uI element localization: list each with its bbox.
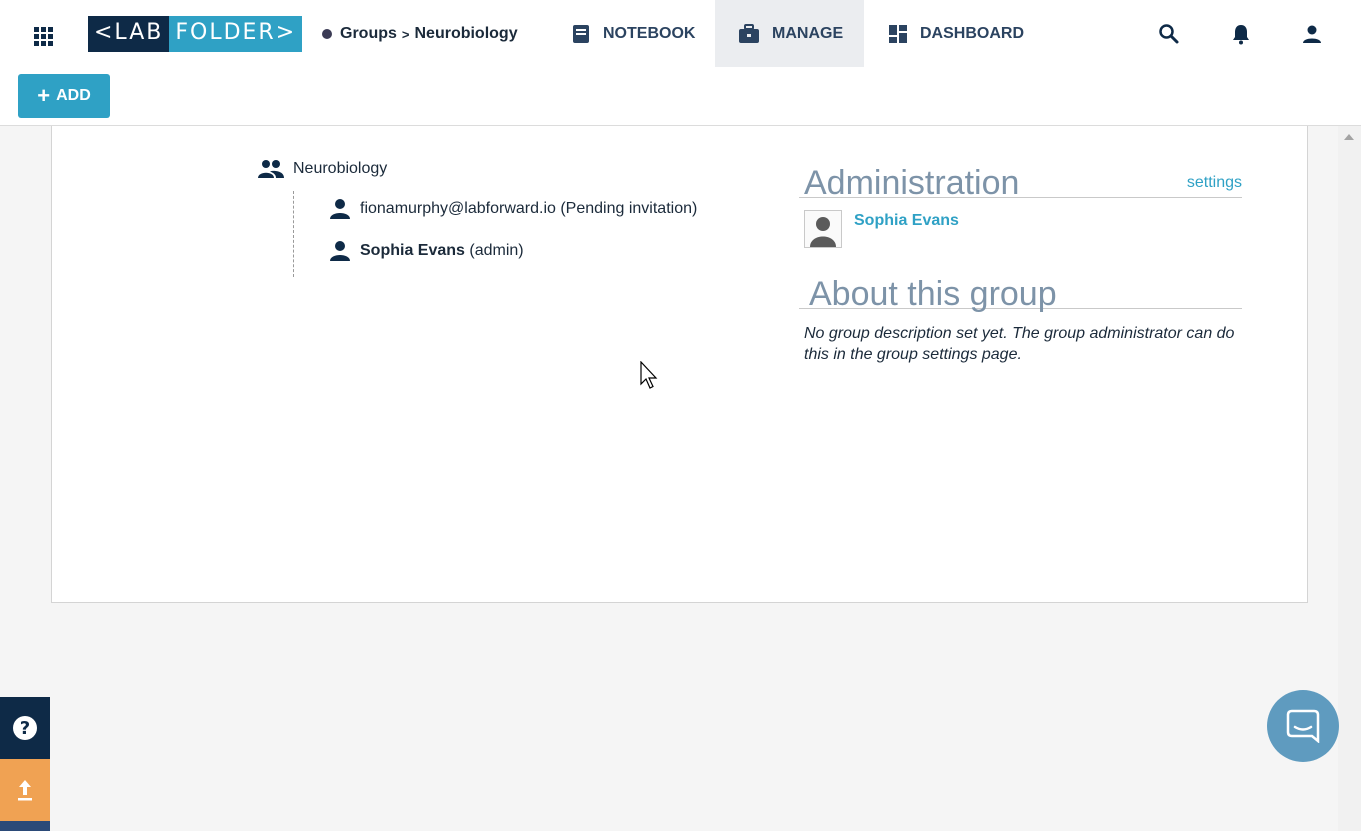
tab-manage[interactable]: MANAGE (715, 0, 864, 67)
tab-notebook[interactable]: NOTEBOOK (571, 0, 695, 67)
breadcrumb-separator: > (401, 26, 410, 42)
add-button-label: ADD (56, 87, 91, 104)
default-avatar-icon (810, 217, 836, 247)
group-name: Neurobiology (293, 160, 388, 177)
scroll-up-arrow-icon[interactable] (1344, 134, 1354, 140)
administration-section: Administration settings Sophia Evans (799, 164, 1242, 248)
tab-dashboard[interactable]: DASHBOARD (888, 0, 1024, 67)
labfolder-logo[interactable]: <LAB FOLDER> (88, 16, 303, 52)
apps-grid-icon[interactable] (31, 24, 55, 48)
group-people-icon (258, 160, 284, 178)
plus-icon: + (37, 83, 51, 108)
top-header: <LAB FOLDER> Groups > Neurobiology NOTEB… (0, 0, 1361, 126)
group-panel: Neurobiology fionamurphy@labforward.io (… (51, 126, 1308, 603)
tree-connector-line (293, 191, 294, 277)
sidebar-extra-button[interactable] (0, 821, 50, 831)
avatar (804, 210, 842, 248)
dashboard-icon (889, 24, 907, 43)
member-name: Sophia Evans (360, 242, 465, 259)
breadcrumb-groups-link[interactable]: Groups (340, 25, 397, 43)
member-note: (Pending invitation) (560, 200, 698, 217)
admin-name-link[interactable]: Sophia Evans (854, 212, 959, 248)
chat-icon (1286, 709, 1320, 743)
about-section: About this group No group description se… (799, 275, 1242, 365)
tab-manage-label: MANAGE (772, 24, 844, 42)
chat-button[interactable] (1267, 690, 1339, 762)
person-icon (330, 241, 350, 261)
help-button[interactable]: ? (0, 697, 50, 759)
breadcrumb: Groups > Neurobiology (322, 24, 518, 44)
administration-heading: Administration (799, 164, 1242, 202)
member-name: fionamurphy@labforward.io (360, 200, 556, 217)
upload-button[interactable] (0, 759, 50, 821)
mouse-cursor-icon (640, 361, 658, 389)
tab-dashboard-label: DASHBOARD (920, 24, 1024, 42)
admin-row: Sophia Evans (804, 210, 959, 248)
group-tree: Neurobiology fionamurphy@labforward.io (… (257, 156, 697, 277)
member-item[interactable]: Sophia Evans (admin) (329, 240, 524, 262)
member-item[interactable]: fionamurphy@labforward.io (Pending invit… (329, 198, 697, 220)
about-heading: About this group (799, 275, 1242, 313)
about-description: No group description set yet. The group … (804, 325, 1235, 363)
search-icon[interactable] (1157, 22, 1181, 46)
breadcrumb-current: Neurobiology (414, 25, 518, 42)
person-icon (330, 199, 350, 219)
help-icon: ? (13, 716, 37, 740)
tab-notebook-label: NOTEBOOK (603, 24, 696, 42)
group-root-item[interactable]: Neurobiology (257, 156, 387, 182)
settings-link[interactable]: settings (1187, 174, 1242, 192)
bell-icon[interactable] (1229, 22, 1253, 46)
logo-folder-text: FOLDER> (169, 16, 303, 52)
briefcase-icon (739, 23, 759, 43)
upload-arrow-icon (18, 780, 32, 801)
member-note: (admin) (469, 242, 524, 259)
group-dot-icon (322, 29, 332, 39)
user-icon[interactable] (1300, 22, 1324, 46)
logo-lab-text: <LAB (88, 16, 170, 52)
add-button[interactable]: + ADD (18, 74, 110, 118)
vertical-scrollbar[interactable] (1338, 126, 1361, 831)
notebook-icon (573, 24, 589, 43)
